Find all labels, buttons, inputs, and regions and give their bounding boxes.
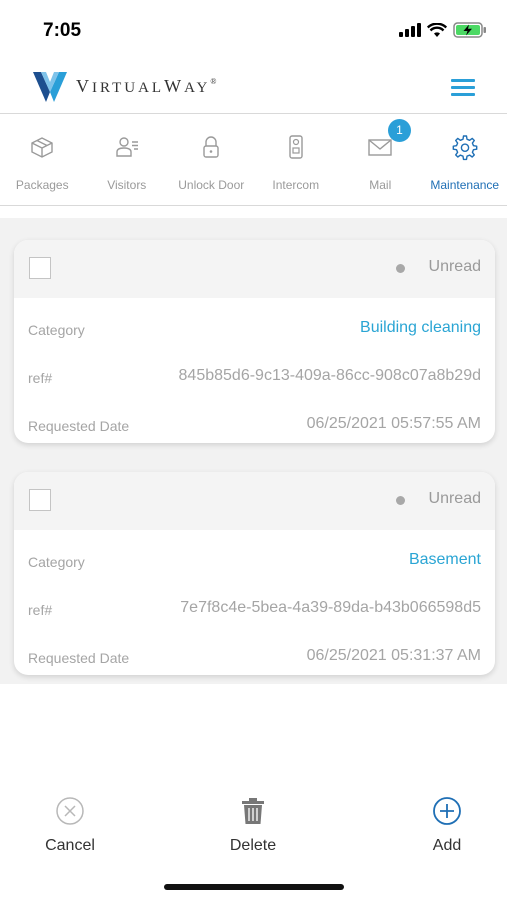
lock-icon [203,136,219,158]
gear-icon [452,135,478,161]
cancel-icon [56,797,84,825]
select-checkbox[interactable] [29,257,51,279]
signal-icon [399,23,421,37]
tab-intercom[interactable]: Intercom [254,115,339,205]
date-label: Requested Date [28,650,130,666]
category-label: Category [28,554,85,570]
category-value: Basement [408,551,481,568]
read-status: Unread [428,490,481,507]
date-row: Requested Date 06/25/2021 05:31:37 AM [14,626,495,674]
category-row: Category Building cleaning [14,298,495,346]
wifi-icon [427,22,447,37]
request-card[interactable]: Unread Category Basement ref# 7e7f8c4e-5… [14,472,495,675]
hamburger-menu-icon[interactable] [451,79,475,96]
tab-label: Packages [15,178,69,192]
tab-label: Maintenance [430,178,500,192]
add-button[interactable]: Add [402,790,492,855]
unread-dot-icon [396,496,405,505]
ref-value: 845b85d6-9c13-409a-86cc-908c07a8b29d [178,367,481,384]
date-label: Requested Date [28,418,130,434]
request-card[interactable]: Unread Category Building cleaning ref# 8… [14,240,495,443]
tab-label: Visitors [107,178,147,192]
ref-row: ref# 845b85d6-9c13-409a-86cc-908c07a8b29… [14,346,495,394]
tab-label: Intercom [272,178,320,192]
date-row: Requested Date 06/25/2021 05:57:55 AM [14,394,495,442]
ref-label: ref# [28,370,53,386]
category-value: Building cleaning [360,319,481,336]
delete-label: Delete [229,837,277,854]
app-header: VIRTUALWAY® [0,58,507,114]
date-value: 06/25/2021 05:31:37 AM [306,647,481,664]
card-header: Unread [14,240,495,298]
battery-charging-icon [453,22,486,38]
home-indicator [164,884,344,890]
select-checkbox[interactable] [29,489,51,511]
category-label: Category [28,322,85,338]
ref-value: 7e7f8c4e-5bea-4a39-89da-b43b066598d5 [180,599,481,616]
mail-badge: 1 [388,119,411,142]
package-icon [31,137,53,158]
ref-row: ref# 7e7f8c4e-5bea-4a39-89da-b43b066598d… [14,578,495,626]
card-header: Unread [14,472,495,530]
tab-packages[interactable]: Packages [0,115,85,205]
cancel-button[interactable]: Cancel [25,790,115,855]
status-icons [399,22,487,38]
delete-button[interactable]: Delete [208,790,298,855]
intercom-icon [289,135,303,159]
maintenance-request-list: Unread Category Building cleaning ref# 8… [0,218,507,684]
status-time: 7:05 [43,20,82,41]
bottom-toolbar: Cancel Delete Add [0,790,507,860]
tab-unlock-door[interactable]: Unlock Door [169,115,254,205]
ref-label: ref# [28,602,53,618]
tab-maintenance[interactable]: Maintenance [423,115,507,205]
tab-label: Unlock Door [178,178,245,192]
trash-icon [242,798,264,824]
category-row: Category Basement [14,530,495,578]
virtualway-logo-icon [33,72,67,102]
logo: VIRTUALWAY® [32,68,216,104]
read-status: Unread [428,258,481,275]
add-icon [433,797,461,825]
unread-dot-icon [396,264,405,273]
tab-label: Mail [369,178,392,192]
visitors-icon [116,137,138,157]
date-value: 06/25/2021 05:57:55 AM [306,415,481,432]
tab-visitors[interactable]: Visitors [85,115,170,205]
logo-text: VIRTUALWAY® [76,75,217,96]
status-bar: 7:05 [0,0,507,58]
cancel-label: Cancel [45,837,95,854]
add-label: Add [432,837,462,854]
tab-bar: Packages Visitors Unlock Door Intercom M… [0,115,507,206]
